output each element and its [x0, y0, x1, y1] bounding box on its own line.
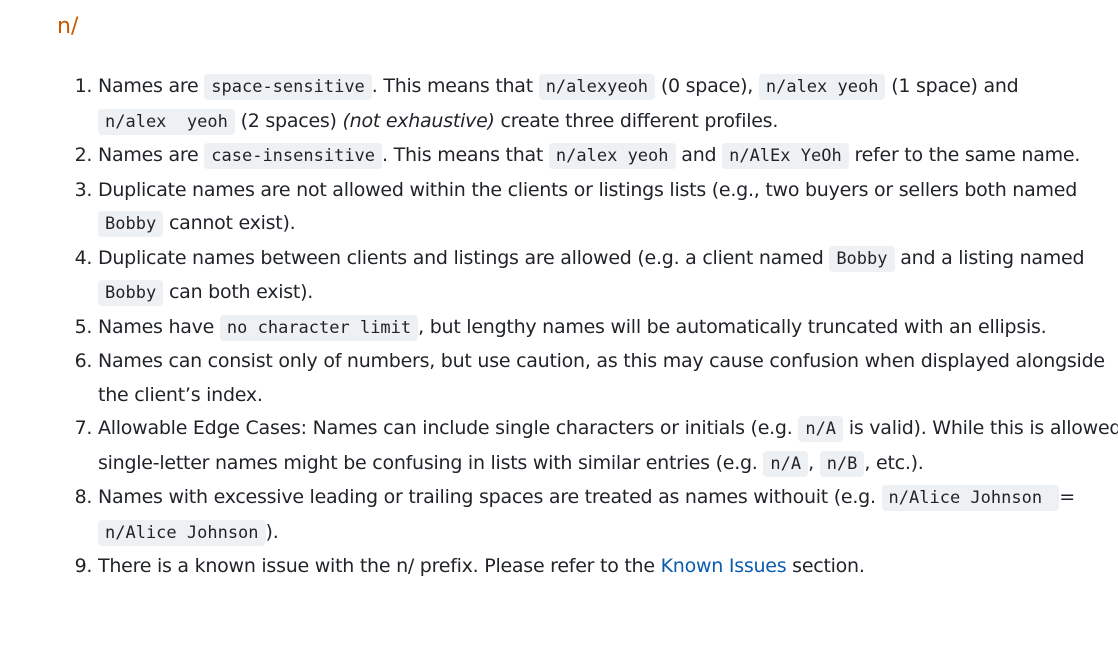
inline-code: n/A: [763, 450, 809, 477]
list-item: There is a known issue with the n/ prefi…: [98, 550, 1118, 584]
inline-code: space-sensitive: [204, 74, 372, 100]
inline-code: Bobby: [829, 245, 895, 272]
inline-code: Bobby: [98, 211, 164, 237]
inline-code: n/alex yeoh: [98, 108, 235, 135]
inline-code: n/AlEx YeOh: [722, 143, 849, 169]
inline-code: n/A: [798, 416, 844, 442]
list-item: Names are case-insensitive. This means t…: [98, 139, 1118, 174]
list-item: Allowable Edge Cases: Names can include …: [98, 412, 1118, 481]
emphasis-text: (not exhaustive): [342, 109, 495, 132]
inline-code: no character limit: [219, 314, 419, 341]
inline-code: n/B: [819, 450, 865, 477]
list-item: Duplicate names are not allowed within t…: [98, 174, 1118, 242]
list-item: Names are space-sensitive. This means th…: [98, 70, 1118, 139]
name-rules-list: Names are space-sensitive. This means th…: [60, 70, 1118, 584]
inline-code: n/Alice Johnson: [881, 485, 1060, 511]
known-issues-link[interactable]: Known Issues: [661, 555, 787, 577]
inline-code: n/alex yeoh: [548, 143, 676, 169]
list-item: Duplicate names between clients and list…: [98, 242, 1118, 311]
inline-code: n/Alice Johnson: [98, 519, 266, 546]
inline-code: n/alexyeoh: [538, 74, 656, 100]
document-page: n/ Names are space-sensitive. This means…: [0, 0, 1118, 653]
inline-code: n/alex yeoh: [758, 74, 886, 100]
inline-code: case-insensitive: [204, 143, 383, 169]
inline-code: Bobby: [98, 280, 164, 306]
list-item: Names have no character limit, but lengt…: [98, 311, 1118, 346]
list-item: Names with excessive leading or trailing…: [98, 481, 1118, 550]
list-item: Names can consist only of numbers, but u…: [98, 345, 1118, 412]
section-heading: n/: [57, 14, 79, 39]
